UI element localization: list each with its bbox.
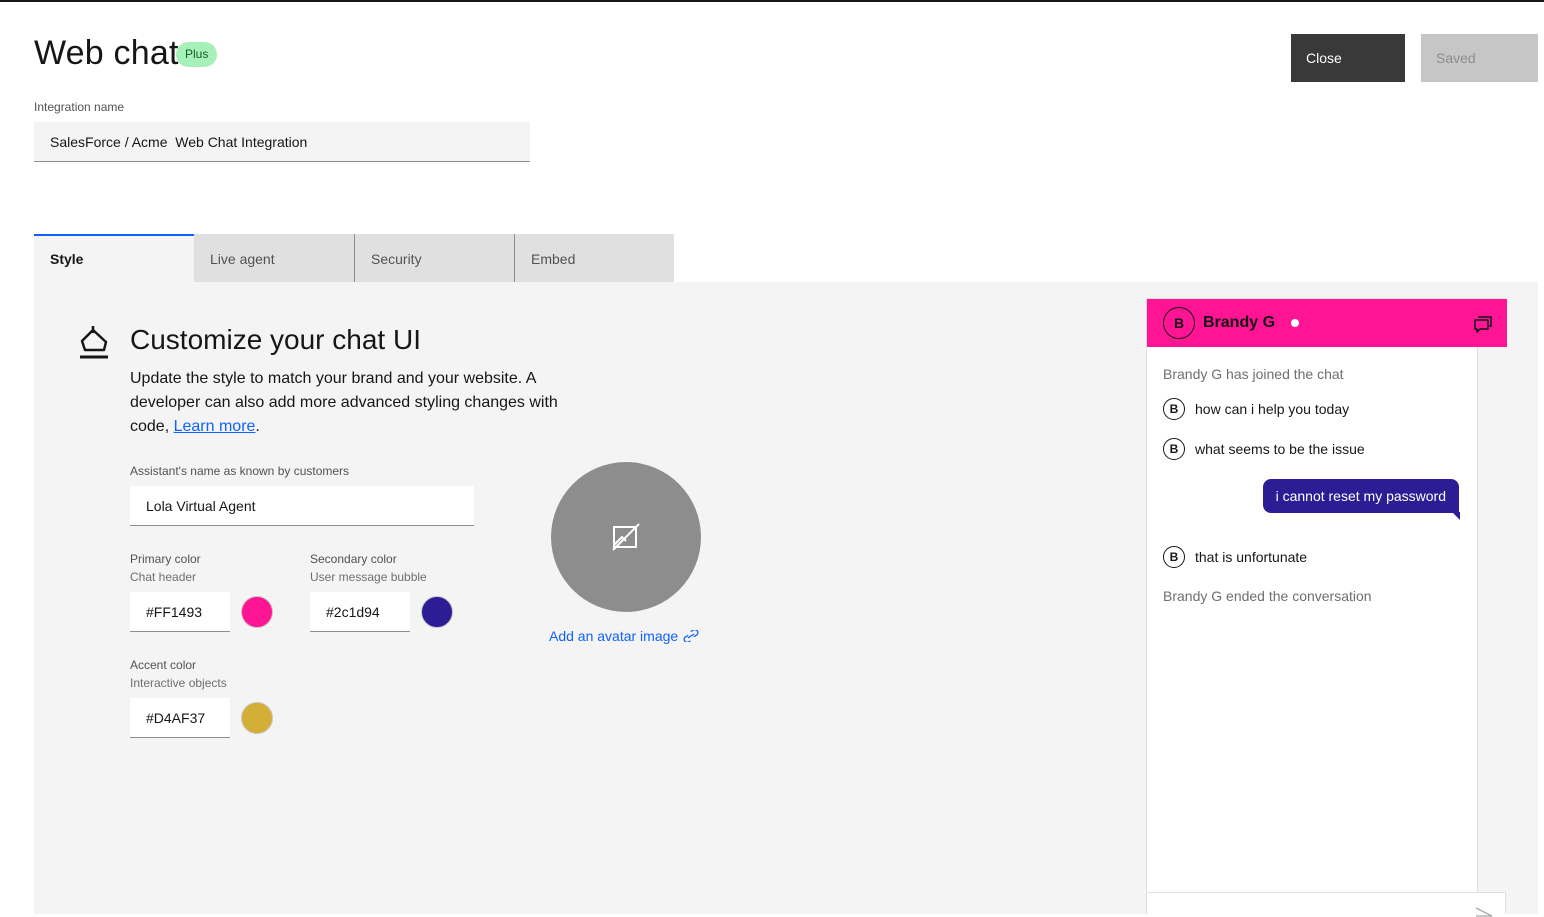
- system-message-joined: Brandy G has joined the chat: [1163, 366, 1344, 382]
- bot-message: B what seems to be the issue: [1163, 438, 1365, 460]
- secondary-color-swatch[interactable]: [421, 596, 453, 628]
- status-dot: [1291, 319, 1299, 327]
- bot-message: B that is unfortunate: [1163, 546, 1307, 568]
- bot-message-text: that is unfortunate: [1195, 549, 1308, 565]
- primary-color-swatch[interactable]: [241, 596, 273, 628]
- paint-brush-icon: [80, 326, 108, 359]
- bot-message-text: what seems to be the issue: [1195, 441, 1365, 457]
- tab-embed[interactable]: Embed: [514, 234, 674, 282]
- system-message-ended: Brandy G ended the conversation: [1163, 588, 1372, 604]
- primary-color-sublabel: Chat header: [130, 570, 197, 584]
- integration-name-input[interactable]: [34, 122, 530, 162]
- no-image-icon: [612, 523, 640, 551]
- section-description: Update the style to match your brand and…: [130, 370, 558, 435]
- assistant-name-label: Assistant's name as known by customers: [130, 464, 350, 478]
- chat-header: B Brandy G: [1147, 299, 1507, 347]
- learn-more-link[interactable]: Learn more: [174, 418, 256, 435]
- secondary-color-input[interactable]: [310, 592, 410, 632]
- section-heading: Customize your chat UI: [130, 324, 421, 355]
- bot-avatar: B: [1163, 438, 1185, 460]
- add-avatar-link[interactable]: Add an avatar image: [549, 628, 699, 644]
- accent-color-label: Accent color: [130, 658, 197, 672]
- close-button[interactable]: Close: [1291, 34, 1405, 82]
- top-border: [0, 0, 1544, 2]
- chat-scrollbar[interactable]: [1477, 347, 1506, 892]
- bot-message: B how can i help you today: [1163, 398, 1349, 420]
- bot-avatar: B: [1163, 546, 1185, 568]
- bot-message-text: how can i help you today: [1195, 401, 1350, 417]
- accent-color-swatch[interactable]: [241, 702, 273, 734]
- link-icon: [683, 630, 699, 642]
- add-avatar-label: Add an avatar image: [549, 628, 679, 644]
- saved-button[interactable]: Saved: [1421, 34, 1538, 82]
- user-message-bubble: i cannot reset my password: [1262, 479, 1459, 513]
- chat-preview: B Brandy G Brandy G has joined the chat …: [1146, 298, 1507, 917]
- assistant-name-input[interactable]: [130, 486, 474, 526]
- primary-color-input[interactable]: [130, 592, 230, 632]
- accent-color-input[interactable]: [130, 698, 230, 738]
- secondary-color-sublabel: User message bubble: [310, 570, 427, 584]
- avatar-placeholder[interactable]: [551, 462, 701, 612]
- secondary-color-label: Secondary color: [310, 552, 397, 566]
- tab-style[interactable]: Style: [34, 234, 194, 282]
- user-bubble-tail: [1452, 512, 1460, 520]
- accent-color-sublabel: Interactive objects: [130, 676, 227, 690]
- tab-security[interactable]: Security: [354, 234, 514, 282]
- chat-input-bar[interactable]: [1147, 892, 1505, 917]
- primary-color-label: Primary color: [130, 552, 201, 566]
- tab-live-agent[interactable]: Live agent: [194, 234, 354, 282]
- chat-minimize-icon[interactable]: [1473, 313, 1493, 333]
- bot-avatar: B: [1163, 398, 1185, 420]
- agent-avatar: B: [1163, 307, 1195, 339]
- page-title: Web chat: [34, 34, 179, 72]
- plan-badge: Plus: [176, 42, 218, 67]
- send-icon[interactable]: [1475, 907, 1493, 917]
- agent-name: Brandy G: [1203, 314, 1276, 331]
- integration-name-label: Integration name: [34, 100, 125, 114]
- tab-list: Style Live agent Security Embed: [34, 234, 674, 282]
